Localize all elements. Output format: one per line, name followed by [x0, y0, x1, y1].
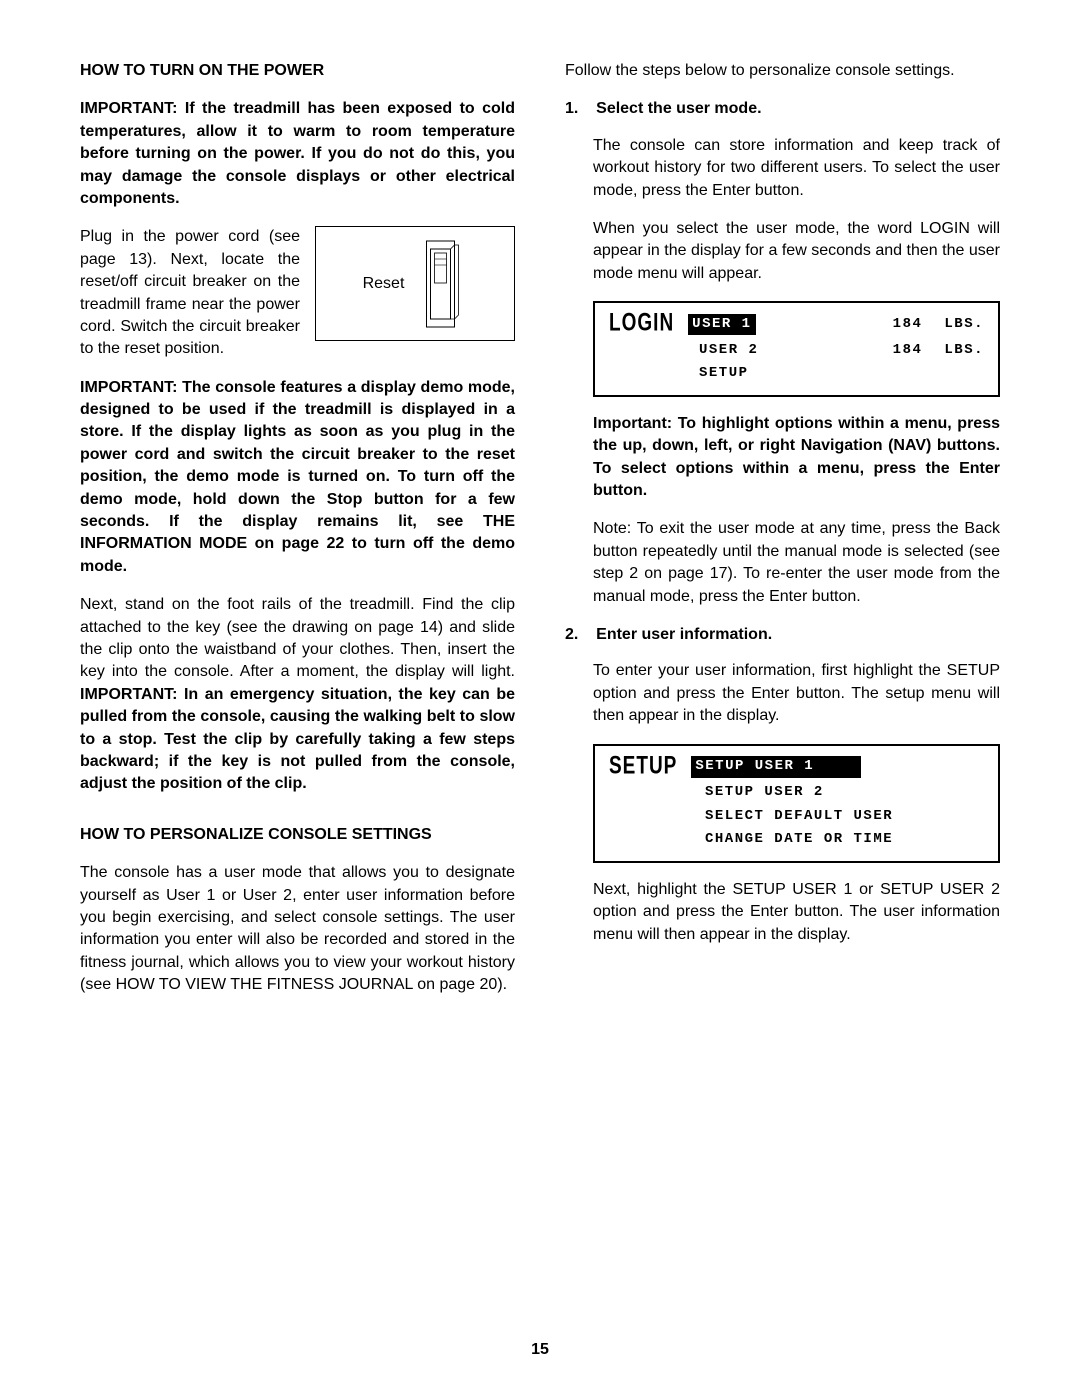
- login-row-user2: USER 2: [695, 340, 762, 362]
- reset-diagram: Reset: [315, 226, 515, 341]
- important-warning-1: IMPORTANT: If the treadmill has been exp…: [80, 98, 515, 210]
- setup-row-user2: SETUP USER 2: [701, 782, 828, 804]
- setup-row-user1: SETUP USER 1: [691, 756, 861, 778]
- login-row-user1-weight: 184: [893, 315, 923, 335]
- page-number: 15: [0, 1339, 1080, 1361]
- login-row-user2-weight: 184: [893, 341, 923, 361]
- step1-header: 1. Select the user mode.: [565, 98, 1000, 120]
- login-row-user1: USER 1: [688, 314, 755, 336]
- reset-label: Reset: [363, 273, 405, 295]
- step2-title: Enter user information.: [596, 626, 772, 643]
- step1-p3: Important: To highlight options within a…: [565, 413, 1000, 503]
- step1-p4: Note: To exit the user mode at any time,…: [565, 518, 1000, 608]
- important-warning-2: IMPORTANT: The console features a displa…: [80, 377, 515, 579]
- circuit-breaker-icon: [422, 239, 467, 329]
- setup-display: SETUP SETUP USER 1 SETUP USER 2 SELECT D…: [593, 744, 1000, 863]
- step1-title: Select the user mode.: [596, 100, 761, 117]
- step2-p1: To enter your user information, first hi…: [565, 660, 1000, 727]
- login-row-user2-unit: LBS.: [936, 341, 984, 361]
- step2-num: 2.: [565, 626, 578, 643]
- login-row-setup: SETUP: [695, 363, 753, 385]
- login-label: LOGIN: [609, 307, 674, 342]
- setup-label: SETUP: [609, 750, 677, 785]
- step1-p1: The console can store information and ke…: [565, 135, 1000, 202]
- heading-personalize: HOW TO PERSONALIZE CONSOLE SETTINGS: [80, 824, 515, 846]
- login-display: LOGIN USER 1 184 LBS. USER 2 184 LBS. SE…: [593, 301, 1000, 397]
- heading-power: HOW TO TURN ON THE POWER: [80, 60, 515, 82]
- key-text-bold: IMPORTANT: In an emergency situation, th…: [80, 686, 515, 793]
- setup-row-datetime: CHANGE DATE OR TIME: [701, 829, 897, 851]
- step1-num: 1.: [565, 100, 578, 117]
- personalize-intro: The console has a user mode that allows …: [80, 862, 515, 996]
- follow-steps: Follow the steps below to personalize co…: [565, 60, 1000, 82]
- step2-header: 2. Enter user information.: [565, 624, 1000, 646]
- key-text-normal: Next, stand on the foot rails of the tre…: [80, 596, 515, 680]
- plug-instructions: Plug in the power cord (see page 13). Ne…: [80, 226, 300, 360]
- step2-p2: Next, highlight the SETUP USER 1 or SETU…: [565, 879, 1000, 946]
- login-row-user1-unit: LBS.: [936, 315, 984, 335]
- setup-row-default: SELECT DEFAULT USER: [701, 806, 897, 828]
- step1-p2: When you select the user mode, the word …: [565, 218, 1000, 285]
- key-instructions: Next, stand on the foot rails of the tre…: [80, 594, 515, 796]
